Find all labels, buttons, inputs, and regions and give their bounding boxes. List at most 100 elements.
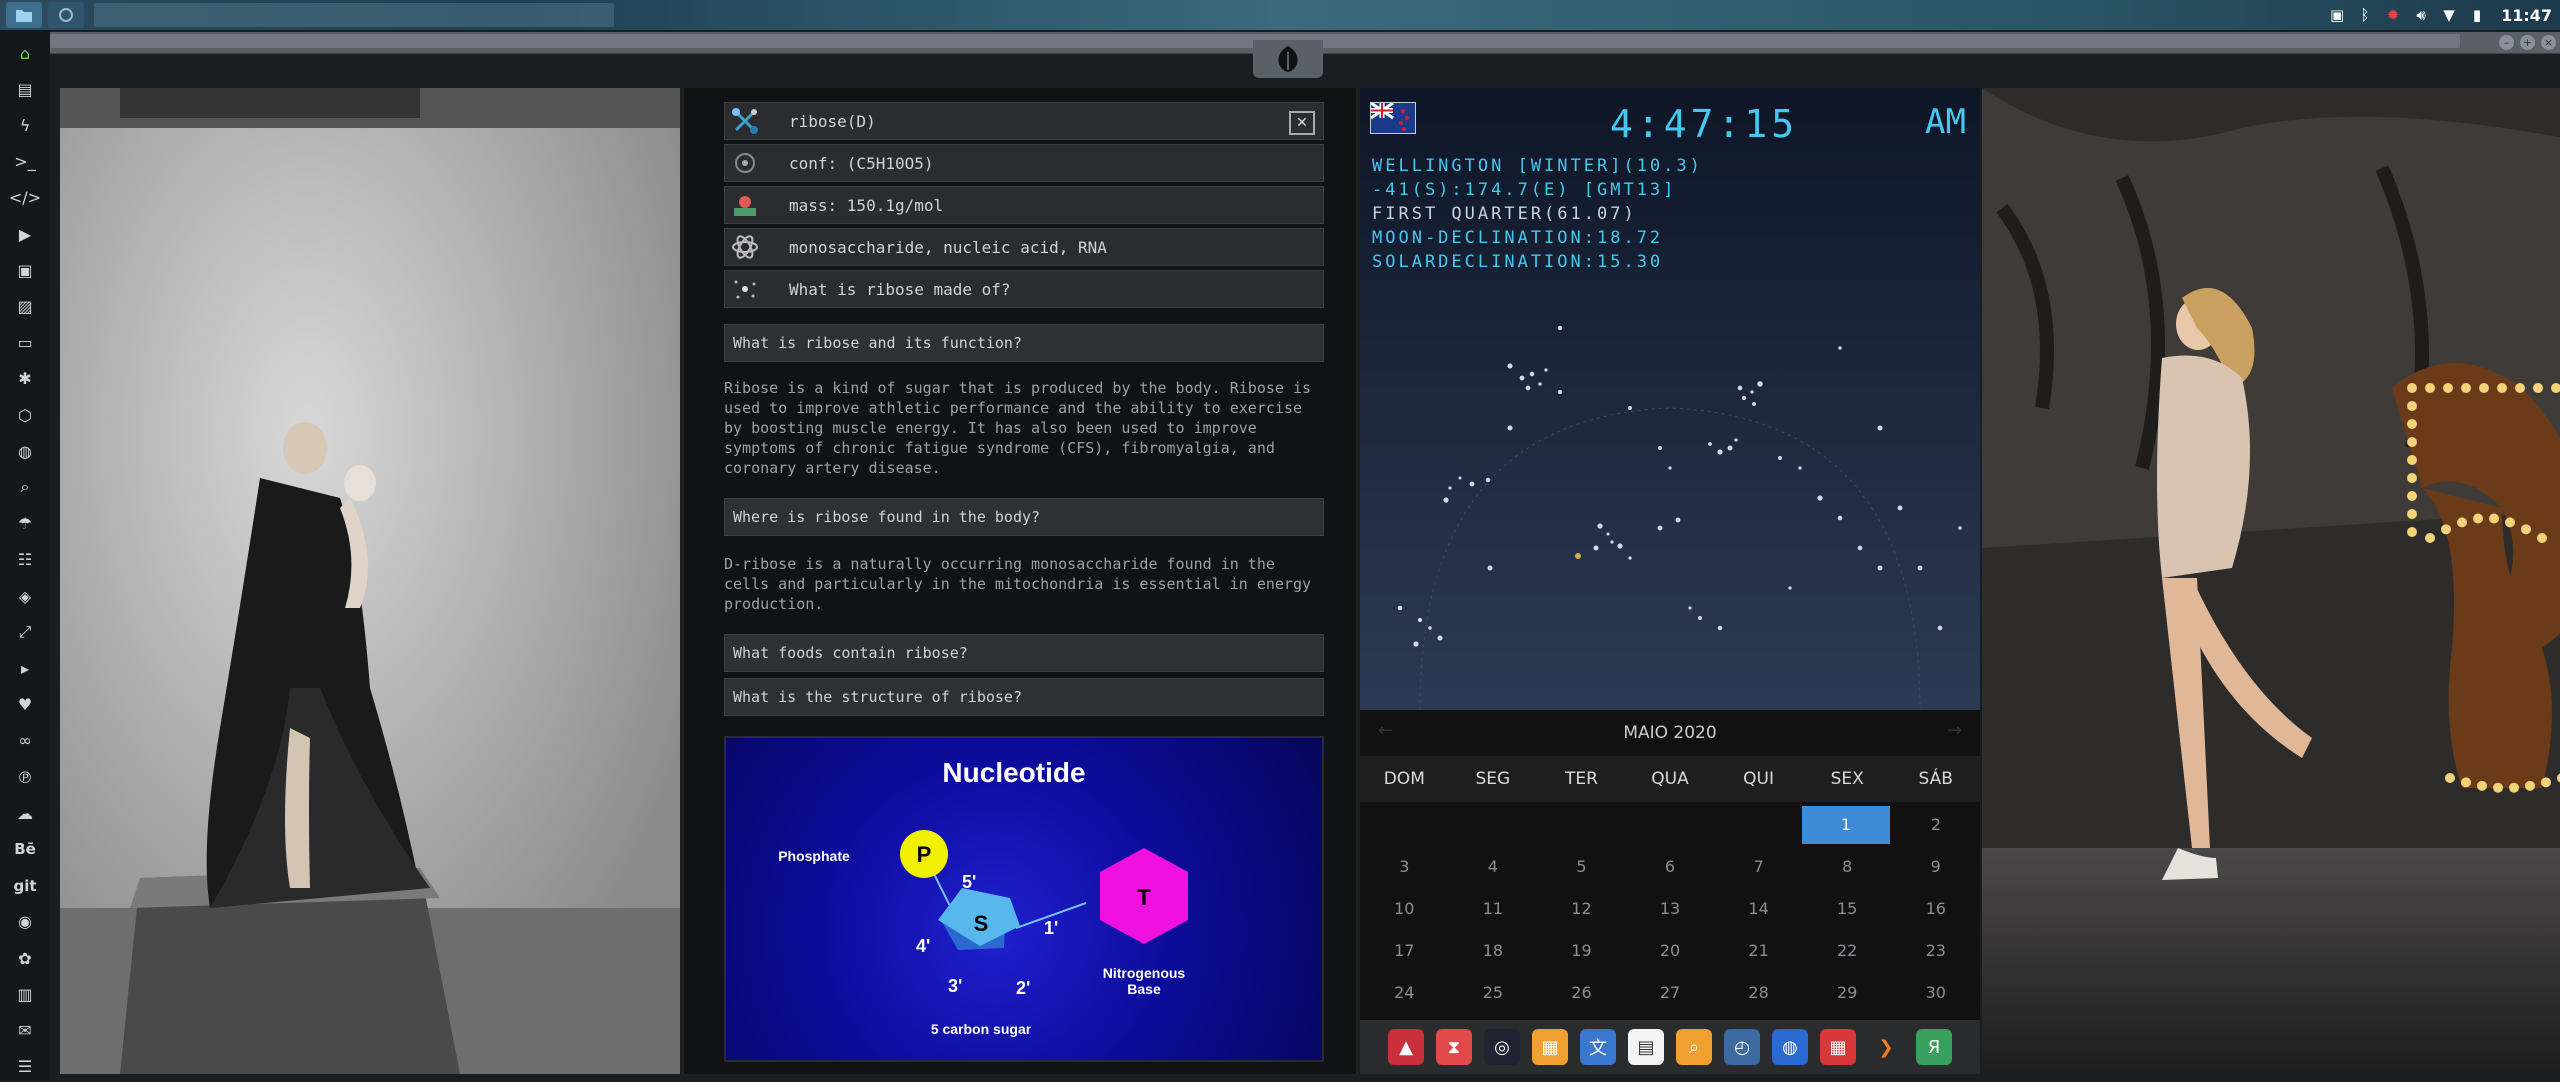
translate-icon[interactable]: 文 xyxy=(1580,1029,1616,1065)
git-icon[interactable]: git xyxy=(0,871,50,901)
calendar-day[interactable]: 21 xyxy=(1714,930,1803,972)
calendar-day[interactable]: 24 xyxy=(1360,972,1449,1014)
calendar-day[interactable]: 17 xyxy=(1360,930,1449,972)
image-icon[interactable]: ▣ xyxy=(2329,7,2345,23)
calendar-day[interactable]: 22 xyxy=(1803,930,1892,972)
calendar-day[interactable]: 27 xyxy=(1626,972,1715,1014)
settings-icon[interactable]: ✱ xyxy=(0,364,50,394)
home-icon[interactable]: ⌂ xyxy=(0,38,50,68)
chem-row-category[interactable]: monosaccharide, nucleic acid, RNA xyxy=(724,228,1324,266)
photos-icon[interactable]: ▦ xyxy=(1532,1029,1568,1065)
calendar-day[interactable]: 2 xyxy=(1892,804,1980,846)
maximize-button[interactable]: + xyxy=(2520,35,2535,50)
calendar-day[interactable]: 26 xyxy=(1537,972,1626,1014)
youtube-icon[interactable]: ▸ xyxy=(0,653,50,683)
wifi-icon[interactable]: ▼ xyxy=(2441,7,2457,23)
terminal-icon[interactable]: >_ xyxy=(0,147,50,177)
tray-clock[interactable]: 11:47 xyxy=(2501,6,2552,25)
link-icon[interactable]: ∞ xyxy=(0,726,50,756)
globe-dark-icon[interactable]: ◎ xyxy=(1484,1029,1520,1065)
calendar-day[interactable]: 28 xyxy=(1714,972,1803,1014)
close-icon[interactable]: ✕ xyxy=(1289,111,1315,135)
faq-question-2[interactable]: Where is ribose found in the body? xyxy=(724,498,1324,536)
behance-icon[interactable]: Bē xyxy=(0,834,50,864)
news-icon[interactable]: ▤ xyxy=(1628,1029,1664,1065)
document-icon[interactable]: ▤ xyxy=(0,74,50,104)
file-manager-button[interactable] xyxy=(6,2,42,28)
web-icon[interactable]: ◍ xyxy=(1772,1029,1808,1065)
globe-icon[interactable]: ◍ xyxy=(0,436,50,466)
map-icon[interactable]: ▥ xyxy=(0,979,50,1009)
calendar-day[interactable]: 23 xyxy=(1891,930,1980,972)
weekday-label: DOM xyxy=(1360,756,1449,802)
battery-icon[interactable]: ▮ xyxy=(2469,7,2485,23)
calendar-day[interactable]: 13 xyxy=(1626,888,1715,930)
github-icon[interactable]: ◉ xyxy=(0,907,50,937)
calendar-day[interactable]: 3 xyxy=(1360,846,1449,888)
calendar-day[interactable]: 14 xyxy=(1714,888,1803,930)
pinterest-icon[interactable]: ℗ xyxy=(0,762,50,792)
heart-icon[interactable]: ♥ xyxy=(0,690,50,720)
calendar-empty-cell xyxy=(1712,804,1800,846)
calendar-day[interactable]: 25 xyxy=(1449,972,1538,1014)
arrow-icon[interactable]: ❯ xyxy=(1868,1029,1904,1065)
calendar-day[interactable]: 12 xyxy=(1537,888,1626,930)
app-button[interactable] xyxy=(48,2,84,28)
volume-icon[interactable]: 🔊︎ xyxy=(2413,7,2429,23)
calendar-day[interactable]: 6 xyxy=(1626,846,1715,888)
calendar-day[interactable]: 15 xyxy=(1803,888,1892,930)
mail-icon[interactable]: ✉ xyxy=(0,1015,50,1045)
bug-icon[interactable]: ✹ xyxy=(2385,7,2401,23)
image-icon[interactable]: ▨ xyxy=(0,291,50,321)
tag-icon[interactable]: ◈ xyxy=(0,581,50,611)
wallpaper-photo-right xyxy=(1982,88,2560,1074)
storage-icon[interactable]: ☰ xyxy=(0,1052,50,1082)
contacts-icon[interactable]: ☷ xyxy=(0,545,50,575)
expand-icon[interactable]: ⤢ xyxy=(0,617,50,647)
search-icon[interactable]: ⌕ xyxy=(1676,1029,1712,1065)
calendar-day[interactable]: 16 xyxy=(1891,888,1980,930)
calendar-day[interactable]: 1 xyxy=(1802,806,1890,844)
shield-icon[interactable]: ⬡ xyxy=(0,400,50,430)
calendar-day[interactable]: 29 xyxy=(1803,972,1892,1014)
calendar-day[interactable]: 30 xyxy=(1891,972,1980,1014)
chem-row-formula[interactable]: conf: (C5H10O5) xyxy=(724,144,1324,182)
next-month-button[interactable]: → xyxy=(1947,720,1962,741)
clock-icon[interactable]: ◴ xyxy=(1724,1029,1760,1065)
cloud-icon[interactable]: ☁ xyxy=(0,798,50,828)
calendar-day[interactable]: 20 xyxy=(1626,930,1715,972)
calendar-icon[interactable]: ▦ xyxy=(1820,1029,1856,1065)
chem-row-name[interactable]: ribose(D) ✕ xyxy=(724,102,1324,140)
calendar-day[interactable]: 5 xyxy=(1537,846,1626,888)
calendar-day[interactable]: 18 xyxy=(1449,930,1538,972)
umbrella-icon[interactable]: ☂ xyxy=(0,509,50,539)
calendar-day[interactable]: 8 xyxy=(1803,846,1892,888)
minimize-button[interactable]: – xyxy=(2499,35,2514,50)
hourglass-icon[interactable]: ⧗ xyxy=(1436,1029,1472,1065)
code-icon[interactable]: </> xyxy=(0,183,50,213)
film-icon[interactable]: ▣ xyxy=(0,255,50,285)
chem-row-question[interactable]: What is ribose made of? xyxy=(724,270,1324,308)
close-button[interactable]: × xyxy=(2541,35,2556,50)
search-icon[interactable]: ⌕ xyxy=(0,472,50,502)
alert-icon[interactable]: ▲ xyxy=(1388,1029,1424,1065)
bluetooth-icon[interactable]: ᛒ xyxy=(2357,7,2373,23)
taskbar-field[interactable] xyxy=(94,3,614,27)
play-icon[interactable]: ▶ xyxy=(0,219,50,249)
fan-icon[interactable]: ✿ xyxy=(0,943,50,973)
calendar-day[interactable]: 4 xyxy=(1449,846,1538,888)
chem-row-mass[interactable]: mass: 150.1g/mol xyxy=(724,186,1324,224)
faq-question-4[interactable]: What is the structure of ribose? xyxy=(724,678,1324,716)
calendar-day[interactable]: 10 xyxy=(1360,888,1449,930)
card-icon[interactable]: ▭ xyxy=(0,328,50,358)
yandex-icon[interactable]: Я xyxy=(1916,1029,1952,1065)
calendar-day[interactable]: 19 xyxy=(1537,930,1626,972)
faq-question-1[interactable]: What is ribose and its function? xyxy=(724,324,1324,362)
chem-name-label: ribose(D) xyxy=(789,112,876,131)
calendar-day[interactable]: 11 xyxy=(1449,888,1538,930)
calendar-day[interactable]: 9 xyxy=(1891,846,1980,888)
faq-question-3[interactable]: What foods contain ribose? xyxy=(724,634,1324,672)
calendar-day[interactable]: 7 xyxy=(1714,846,1803,888)
prev-month-button[interactable]: ← xyxy=(1378,720,1393,741)
lightning-icon[interactable]: ϟ xyxy=(0,110,50,140)
